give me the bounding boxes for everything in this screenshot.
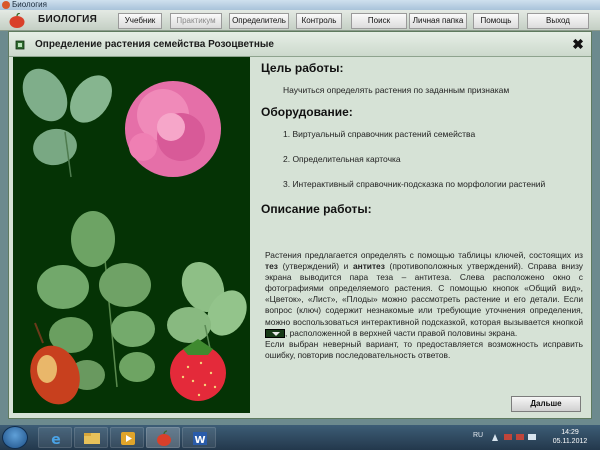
- system-tray-icons: [492, 434, 536, 441]
- os-window-title: Биология: [12, 0, 47, 9]
- app-menu-bar: БИОЛОГИЯ Учебник Практикум Определитель …: [0, 10, 600, 31]
- svg-text:e: e: [51, 432, 61, 448]
- menu-search-button[interactable]: Поиск: [351, 13, 407, 29]
- os-window-title-bar: Биология: [0, 0, 600, 10]
- svg-text:W: W: [194, 435, 205, 446]
- equipment-heading: Оборудование:: [261, 105, 353, 119]
- taskbar-biology-app-icon[interactable]: [146, 427, 180, 448]
- equipment-item: 1. Виртуальный справочник растений семей…: [283, 129, 476, 139]
- menu-help-button[interactable]: Помощь: [473, 13, 519, 29]
- description-text: Растения предлагается определять с помощ…: [265, 250, 583, 361]
- start-button-icon[interactable]: [2, 426, 28, 449]
- description-part: (утверждений) и: [277, 261, 353, 272]
- menu-textbook-button[interactable]: Учебник: [118, 13, 162, 29]
- menu-practicum-button: Практикум: [170, 13, 222, 29]
- panel-header-icon: [15, 40, 25, 50]
- panel-title: Определение растения семейства Розоцветн…: [35, 39, 274, 50]
- taskbar-word-icon[interactable]: W: [182, 427, 216, 448]
- goal-text: Научиться определять растения по заданны…: [283, 85, 510, 95]
- description-part: Если выбран неверный вариант, то предост…: [265, 338, 583, 360]
- description-part: Растения предлагается определять с помощ…: [265, 250, 583, 260]
- clock-time: 14:29: [561, 429, 579, 436]
- term-tez: тез: [265, 261, 278, 272]
- menu-exit-button[interactable]: Выход: [527, 13, 589, 29]
- plant-photo-panel: [13, 57, 250, 413]
- rose-family-plant-illustration: [22, 68, 247, 405]
- taskbar-ie-icon[interactable]: e: [38, 427, 72, 448]
- next-button[interactable]: Дальше: [511, 396, 581, 412]
- clock[interactable]: 14:29 05.11.2012: [550, 428, 590, 446]
- description-part: , расположенной в верхней части правой п…: [285, 327, 518, 338]
- description-heading: Описание работы:: [261, 202, 372, 216]
- equipment-item: 3. Интерактивный справочник-подсказка по…: [283, 179, 546, 189]
- panel-header: Определение растения семейства Розоцветн…: [9, 32, 591, 57]
- keyboard-language-indicator[interactable]: RU: [473, 432, 483, 439]
- rose-flower-icon: [125, 81, 221, 177]
- lab-work-panel: Определение растения семейства Розоцветн…: [8, 31, 592, 419]
- strawberry-fruit-icon: [170, 339, 226, 401]
- menu-identifier-button[interactable]: Определитель: [229, 13, 289, 29]
- taskbar-media-player-icon[interactable]: [110, 427, 144, 448]
- lab-work-content: Цель работы: Научиться определять растен…: [255, 57, 589, 417]
- app-window-icon: [2, 1, 10, 9]
- close-icon[interactable]: ✖: [571, 37, 585, 51]
- equipment-item: 2. Определительная карточка: [283, 154, 401, 164]
- lobed-leaf-icon: [167, 261, 247, 354]
- hint-dropdown-icon: [265, 328, 285, 338]
- menu-control-button[interactable]: Контроль: [296, 13, 342, 29]
- app-name: БИОЛОГИЯ: [38, 14, 98, 25]
- term-antitez: антитез: [352, 261, 385, 272]
- taskbar: e W RU 14:29 05.11.2012: [0, 425, 600, 450]
- menu-personal-folder-button[interactable]: Личная папка: [409, 13, 467, 29]
- taskbar-explorer-icon[interactable]: [74, 427, 108, 448]
- goal-heading: Цель работы:: [261, 61, 344, 75]
- apple-logo-icon: [9, 13, 25, 28]
- clock-date: 05.11.2012: [552, 438, 588, 445]
- strawberry-leaf-icon: [22, 68, 112, 178]
